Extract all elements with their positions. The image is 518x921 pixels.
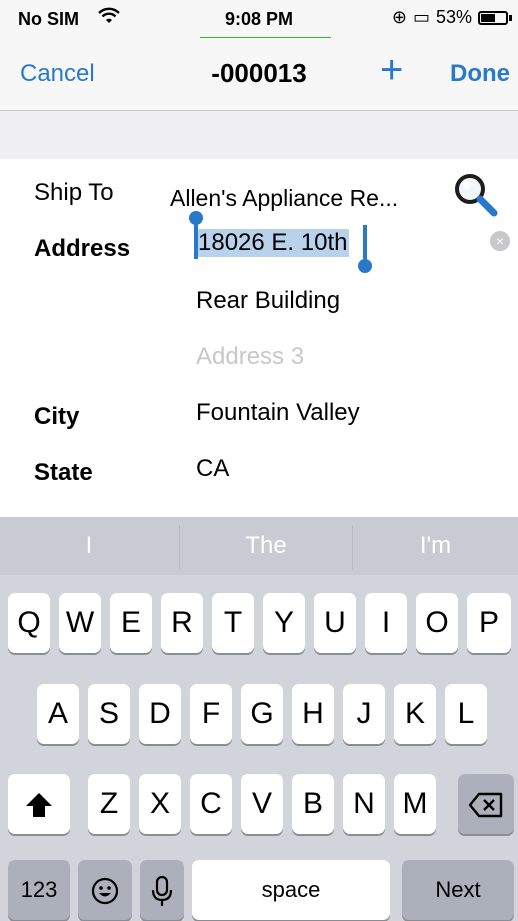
next-key[interactable]: Next [402, 860, 514, 920]
key-t[interactable]: T [212, 593, 254, 653]
key-a[interactable]: A [37, 684, 79, 744]
clear-text-icon[interactable]: × [490, 231, 510, 251]
key-c[interactable]: C [190, 774, 232, 834]
key-w[interactable]: W [59, 593, 101, 653]
selection-start-knob[interactable] [189, 211, 203, 225]
shift-key[interactable] [8, 774, 70, 834]
rotation-lock-icon: ⊕ [391, 7, 407, 27]
key-o[interactable]: O [416, 593, 458, 653]
key-l[interactable]: L [445, 684, 487, 744]
suggestion-2[interactable]: The [180, 517, 352, 575]
city-label: City [34, 403, 80, 430]
emoji-icon [91, 877, 119, 905]
state-row: State CA [0, 445, 518, 501]
emoji-key[interactable] [78, 860, 132, 920]
dictation-key[interactable] [140, 860, 184, 920]
ship-to-label: Ship To [34, 179, 114, 206]
ship-to-row: Ship To Allen's Appliance Re... [0, 165, 518, 221]
add-button[interactable]: + [380, 48, 403, 93]
search-icon[interactable] [452, 171, 498, 217]
key-z[interactable]: Z [88, 774, 130, 834]
screen: No SIM 9:08 PM ⊕ ▭ 53% connected Cancel … [0, 0, 518, 921]
key-q[interactable]: Q [8, 593, 50, 653]
key-n[interactable]: N [343, 774, 385, 834]
key-m[interactable]: M [394, 774, 436, 834]
address-line1-row: Address 18026 E. 10th × [0, 211, 518, 277]
city-row: City Fountain Valley [0, 389, 518, 445]
address-line1-field[interactable]: 18026 E. 10th [196, 229, 350, 257]
selection-start-handle[interactable] [194, 221, 198, 259]
suggestion-bar: I The I'm [0, 517, 518, 575]
address-line3-row: Address 3 [0, 333, 518, 389]
key-d[interactable]: D [139, 684, 181, 744]
key-v[interactable]: V [241, 774, 283, 834]
status-right: ⊕ ▭ 53% [392, 7, 512, 28]
microphone-icon [151, 875, 173, 907]
key-j[interactable]: J [343, 684, 385, 744]
status-bar: No SIM 9:08 PM ⊕ ▭ 53% [0, 0, 518, 38]
state-label: State [34, 459, 93, 486]
key-g[interactable]: G [241, 684, 283, 744]
address-line2-field[interactable]: Rear Building [196, 287, 340, 315]
backspace-icon [468, 792, 503, 818]
battery-icon [478, 10, 508, 25]
key-k[interactable]: K [394, 684, 436, 744]
suggestion-1[interactable]: I [0, 517, 178, 575]
key-h[interactable]: H [292, 684, 334, 744]
key-u[interactable]: U [314, 593, 356, 653]
state-field[interactable]: CA [196, 455, 229, 483]
numbers-key[interactable]: 123 [8, 860, 70, 920]
key-y[interactable]: Y [263, 593, 305, 653]
key-s[interactable]: S [88, 684, 130, 744]
key-x[interactable]: X [139, 774, 181, 834]
navigation-bar: Cancel -000013 + Done [0, 38, 518, 111]
ship-to-value[interactable]: Allen's Appliance Re... [170, 185, 398, 212]
key-r[interactable]: R [161, 593, 203, 653]
battery-percent: 53% [435, 7, 472, 27]
airplay-icon: ▭ [412, 7, 430, 27]
selection-end-knob[interactable] [358, 259, 372, 273]
ship-to-form: Ship To Allen's Appliance Re... Address … [0, 159, 518, 517]
address-label: Address [34, 235, 131, 262]
section-spacer [0, 111, 518, 159]
suggestion-3[interactable]: I'm [353, 517, 518, 575]
key-i[interactable]: I [365, 593, 407, 653]
key-p[interactable]: P [467, 593, 511, 653]
delete-key[interactable] [458, 774, 514, 834]
key-e[interactable]: E [110, 593, 152, 653]
keyboard: I The I'm Q W E R T Y U I O P A S D F G … [0, 517, 518, 921]
page-title: -000013 [211, 58, 307, 88]
space-key[interactable]: space [192, 860, 390, 920]
selection-end-handle[interactable] [363, 225, 367, 263]
key-b[interactable]: B [292, 774, 334, 834]
address-line3-field[interactable]: Address 3 [196, 343, 304, 371]
done-button[interactable]: Done [450, 60, 510, 88]
city-field[interactable]: Fountain Valley [196, 399, 360, 427]
key-f[interactable]: F [190, 684, 232, 744]
address-line2-row: Rear Building [0, 277, 518, 333]
shift-icon [26, 793, 52, 818]
